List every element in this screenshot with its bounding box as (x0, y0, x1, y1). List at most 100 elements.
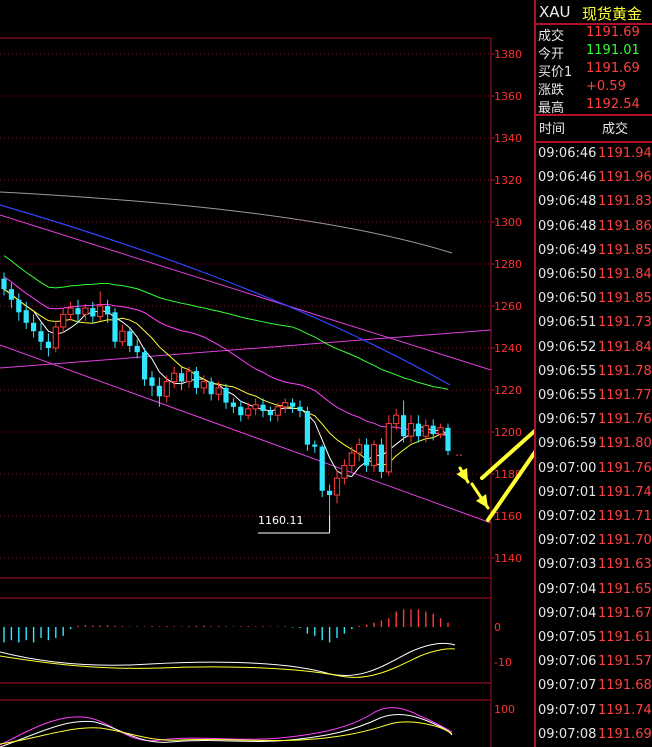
tick-row: 09:06:46 1191.96 (536, 166, 652, 190)
axis-label: 1320 (494, 174, 522, 187)
candle-body (75, 308, 81, 315)
arrow-icon (470, 482, 490, 510)
candle-body (179, 373, 185, 382)
tick-time: 09:06:52 (538, 339, 597, 355)
tick-time: 09:07:00 (538, 460, 597, 476)
candle (304, 406, 310, 451)
symbol-code: XAU (539, 3, 571, 21)
candle (134, 339, 140, 359)
candle-body (31, 322, 37, 332)
tick-time: 09:06:49 (538, 242, 597, 258)
quote-value: 1192.54 (586, 97, 640, 112)
tick-price: 1191.86 (598, 218, 652, 234)
tick-row: 09:06:48 1191.86 (536, 215, 652, 239)
tick-price: 1191.77 (598, 388, 652, 403)
candle (52, 320, 59, 353)
tick-price: 1191.78 (598, 363, 652, 379)
candle-body (105, 306, 111, 315)
candle-body (430, 425, 436, 435)
summary-divider (536, 114, 652, 116)
candle-body (290, 402, 296, 407)
candle-body (304, 411, 310, 445)
candle (163, 375, 170, 403)
quote-title: XAU 现货黄金 (536, 0, 652, 24)
kdj-pane (0, 707, 453, 747)
candle-body (393, 414, 400, 425)
candle-body (385, 423, 392, 473)
candle (297, 400, 303, 418)
tick-row: 09:06:49 1191.85 (536, 239, 652, 263)
candle-body (364, 444, 370, 466)
candle-body (149, 377, 155, 386)
candle (38, 322, 44, 351)
candle (112, 308, 118, 348)
candle-body (185, 370, 193, 383)
candle-body (422, 425, 429, 437)
tick-time: 09:07:03 (538, 557, 597, 573)
candle-body (8, 289, 14, 300)
candle-body (127, 331, 133, 346)
candle-body (208, 381, 214, 395)
tick-time: 09:07:04 (538, 605, 597, 621)
tick-time: 09:07:07 (538, 678, 597, 694)
candle (45, 333, 51, 357)
candle (333, 469, 341, 504)
candle-body (245, 408, 252, 416)
axis-label: 1200 (494, 426, 522, 439)
candle-body (112, 312, 118, 342)
tick-row: 09:07:00 1191.76 (536, 457, 652, 481)
candle (223, 383, 229, 409)
price-chart[interactable]: 1380 1360 1340 1320 1300 1280 1260 1240 1220 1200… (0, 0, 534, 747)
candle-body (1, 278, 7, 290)
quote-value: 1191.01 (586, 43, 640, 58)
tick-row: 09:07:08 1191.69 (536, 723, 652, 747)
candle-body (156, 385, 162, 397)
annotations: 1160.11 (258, 514, 331, 534)
tick-price: 1191.83 (598, 194, 652, 210)
tick-price: 1191.70 (598, 533, 652, 549)
tick-row: 09:07:03 1191.63 (536, 553, 652, 577)
macd-axis-label: -10 (494, 656, 512, 669)
candle (401, 400, 407, 443)
arrow-head (475, 494, 488, 508)
candle-body (16, 299, 22, 313)
candle (252, 398, 259, 416)
candle (230, 398, 236, 414)
candle (97, 291, 104, 321)
candle-body (193, 371, 199, 388)
tick-time: 09:06:55 (538, 388, 597, 403)
candle-body (230, 402, 236, 407)
low-annotation: 1160.11 (258, 514, 304, 527)
candle (370, 440, 378, 472)
candle (356, 438, 363, 462)
candle-body (38, 331, 44, 342)
tick-price: 1191.76 (598, 412, 652, 428)
candle-body (267, 411, 273, 416)
candle (179, 366, 185, 390)
chart-panel[interactable]: 1380 1360 1340 1320 1300 1280 1260 1240 1220 1200… (0, 0, 534, 747)
candle-body (163, 381, 170, 397)
axis-label: 1240 (494, 342, 522, 355)
ma20-line (3, 276, 449, 437)
tick-price: 1191.76 (598, 460, 652, 476)
tick-price: 1191.73 (598, 315, 652, 331)
tick-time: 09:06:46 (538, 146, 597, 161)
candle-body (67, 307, 74, 315)
candle (142, 348, 148, 386)
candle-body (437, 427, 444, 435)
tick-time: 09:07:02 (538, 533, 597, 549)
tick-time: 09:07:02 (538, 509, 597, 524)
tick-row: 09:07:01 1191.74 (536, 481, 652, 505)
tick-row: 09:06:50 1191.85 (536, 287, 652, 311)
candle (185, 366, 193, 388)
quote-value: 1191.69 (586, 25, 640, 40)
candle (238, 400, 244, 422)
quote-row: 今开 1191.01 (536, 42, 652, 62)
tick-row: 09:06:50 1191.84 (536, 263, 652, 287)
tick-row: 09:06:55 1191.78 (536, 360, 652, 384)
tick-price: 1191.71 (598, 509, 652, 524)
candle-body (312, 444, 318, 447)
candle-body (238, 406, 244, 416)
candle (1, 272, 7, 296)
axis-label: 1280 (494, 258, 522, 271)
